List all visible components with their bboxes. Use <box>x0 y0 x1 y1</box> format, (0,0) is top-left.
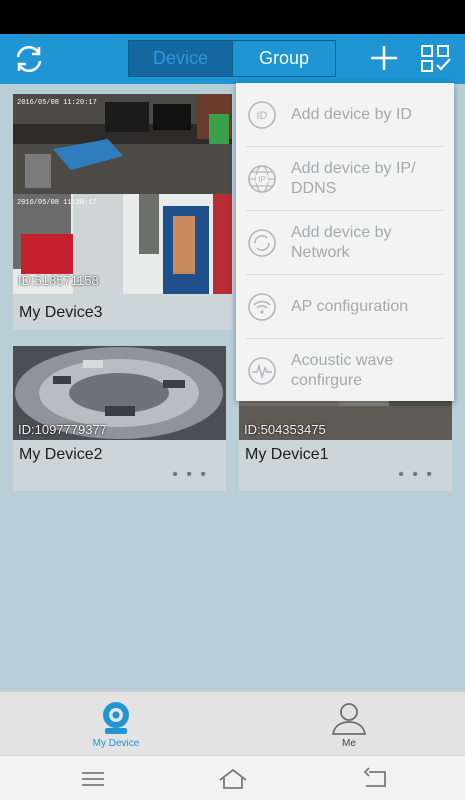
home-icon[interactable] <box>217 764 247 794</box>
menu-item-add-by-ip[interactable]: IP Add device by IP/ DDNS <box>236 147 454 211</box>
menu-item-add-by-network[interactable]: Add device by Network <box>236 211 454 275</box>
system-nav-bar <box>0 755 465 800</box>
menu-icon[interactable] <box>78 764 108 794</box>
status-bar <box>0 0 465 34</box>
tab-my-device[interactable]: My Device <box>0 692 232 756</box>
timestamp-overlay: 2016/05/08 11:20:17 <box>17 199 97 207</box>
device-id: ID:504353475 <box>244 422 326 437</box>
add-device-menu: ID Add device by ID IP Add device by IP/… <box>236 83 454 401</box>
user-icon <box>329 700 369 736</box>
tab-label: My Device <box>92 738 140 749</box>
network-icon <box>246 227 278 259</box>
tab-label: Me <box>342 738 356 749</box>
bottom-tab-bar: My Device Me <box>0 691 465 755</box>
device-id: ID:1097779377 <box>18 422 107 437</box>
sound-wave-icon <box>246 355 278 387</box>
svg-text:IP: IP <box>258 175 266 184</box>
menu-item-label: Add device by IP/ DDNS <box>291 160 416 197</box>
tab-group[interactable]: Group <box>232 41 335 76</box>
edit-list-icon[interactable] <box>420 43 452 75</box>
refresh-icon[interactable] <box>12 43 46 75</box>
id-icon: ID <box>246 99 278 131</box>
camera-preview[interactable]: 2016/05/08 11:20:17 2016/05/08 11:20:17 … <box>13 94 232 294</box>
menu-item-label: AP configuration <box>291 298 409 315</box>
more-options-button[interactable]: • • • <box>172 466 208 484</box>
menu-item-label: Add device by ID <box>291 106 412 123</box>
tab-me[interactable]: Me <box>233 692 465 756</box>
menu-item-add-by-id[interactable]: ID Add device by ID <box>236 83 454 147</box>
add-icon[interactable] <box>368 43 400 75</box>
device-name: My Device1 <box>245 446 329 463</box>
svg-text:ID: ID <box>257 110 268 122</box>
camera-preview[interactable]: ID:1097779377 <box>13 346 226 440</box>
tab-device[interactable]: Device <box>129 41 232 76</box>
timestamp-overlay: 2016/05/08 11:20:17 <box>17 99 97 107</box>
menu-item-label: Acoustic wave confirgure <box>291 352 394 389</box>
camera-icon <box>96 700 136 736</box>
app-header: Device Group <box>0 34 465 84</box>
device-name: My Device3 <box>19 304 103 321</box>
menu-item-label: Add device by Network <box>291 224 392 261</box>
device-card[interactable]: 2016/05/08 11:20:17 2016/05/08 11:20:17 … <box>13 94 232 330</box>
device-group-switch: Device Group <box>128 40 336 77</box>
device-card[interactable]: ID:1097779377 My Device2 • • • <box>13 346 226 491</box>
wifi-icon <box>246 291 278 323</box>
menu-item-acoustic-wave[interactable]: Acoustic wave confirgure <box>236 339 454 403</box>
more-options-button[interactable]: • • • <box>398 466 434 484</box>
device-name: My Device2 <box>19 446 103 463</box>
menu-item-ap-configuration[interactable]: AP configuration <box>236 275 454 339</box>
device-id: ID:518571158 <box>18 273 99 288</box>
ip-globe-icon: IP <box>246 163 278 195</box>
back-icon[interactable] <box>360 764 390 794</box>
